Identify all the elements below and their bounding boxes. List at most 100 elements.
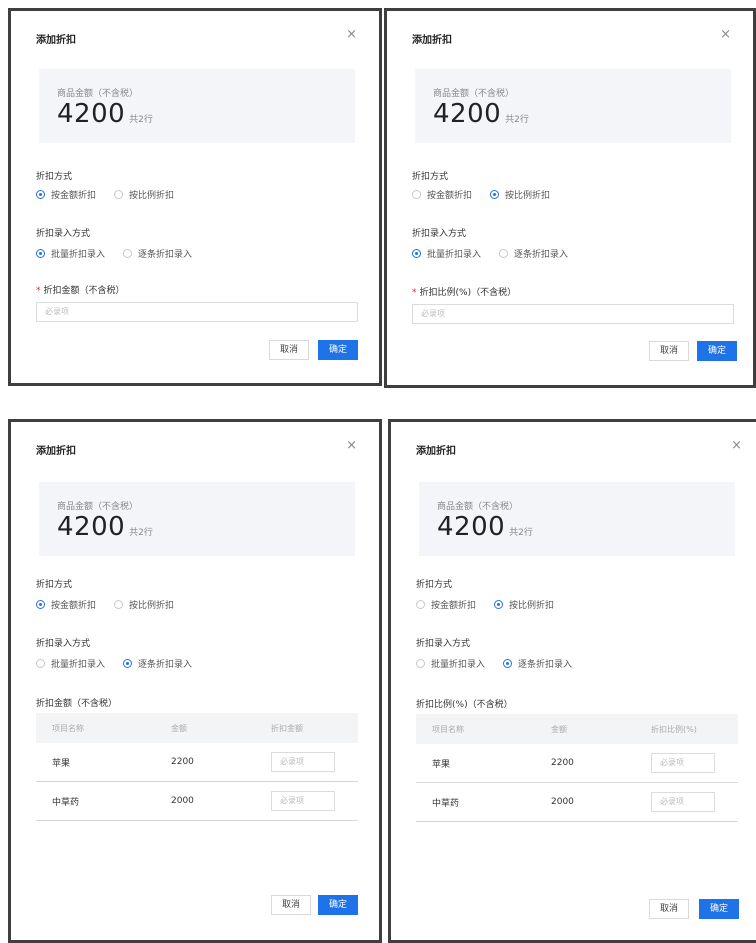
dialog-title: 添加折扣 (412, 35, 452, 46)
discount-cell: 必录项 (271, 752, 358, 772)
discount-ratio-input[interactable]: 必录项 (412, 304, 734, 324)
radio-label: 按金额折扣 (427, 191, 473, 201)
table-row: 中草药 2000 必录项 (416, 783, 738, 822)
radio-unchecked-icon (36, 659, 45, 668)
item-name: 苹果 (52, 758, 71, 769)
cancel-button[interactable]: 取消 (271, 895, 311, 915)
discount-method-radio-group: 按金额折扣 按比例折扣 (36, 598, 174, 611)
close-icon[interactable]: × (720, 27, 731, 42)
item-amount: 2200 (551, 758, 574, 768)
discount-amount-input[interactable]: 必录项 (36, 302, 358, 322)
discount-method-label: 折扣方式 (416, 580, 453, 590)
col-discount-ratio: 折扣比例(%) (651, 724, 697, 734)
summary-label: 商品金额（不含税） (57, 89, 139, 99)
discount-dialog-amount-batch: 添加折扣 × 商品金额（不含税） 4200 共2行 折扣方式 按金额折扣 按比例折… (8, 8, 382, 386)
radio-batch-entry[interactable]: 批量折扣录入 (416, 657, 485, 670)
radio-item-entry[interactable]: 逐条折扣录入 (123, 657, 192, 670)
cancel-button[interactable]: 取消 (649, 341, 689, 361)
radio-label: 按比例折扣 (509, 601, 555, 611)
summary-amount: 4200 (57, 512, 126, 542)
amount-summary: 商品金额（不含税） 4200 共2行 (415, 69, 731, 143)
radio-amount-discount[interactable]: 按金额折扣 (416, 598, 476, 611)
item-amount: 2000 (171, 796, 194, 806)
item-amount: 2200 (171, 757, 194, 767)
radio-checked-icon (36, 249, 45, 258)
radio-item-entry[interactable]: 逐条折扣录入 (499, 247, 568, 260)
required-mark: * (412, 288, 417, 298)
table-header: 项目名称 金额 折扣金额 (36, 713, 358, 743)
radio-ratio-discount[interactable]: 按比例折扣 (490, 188, 550, 201)
entry-method-radio-group: 批量折扣录入 逐条折扣录入 (36, 247, 192, 260)
radio-unchecked-icon (499, 249, 509, 258)
radio-label: 按比例折扣 (505, 191, 551, 201)
radio-unchecked-icon (416, 659, 425, 668)
radio-item-entry[interactable]: 逐条折扣录入 (503, 657, 572, 670)
radio-checked-icon (36, 190, 45, 199)
radio-ratio-discount[interactable]: 按比例折扣 (114, 598, 174, 611)
discount-amount-input[interactable]: 必录项 (271, 752, 335, 772)
amount-summary: 商品金额（不含税） 4200 共2行 (39, 482, 355, 556)
amount-summary: 商品金额（不含税） 4200 共2行 (39, 69, 355, 143)
table-row: 苹果 2200 必录项 (36, 743, 358, 782)
close-icon[interactable]: × (731, 438, 742, 453)
discount-cell: 必录项 (651, 753, 738, 773)
col-item-name: 项目名称 (432, 724, 464, 734)
summary-amount-row: 4200 共2行 (57, 99, 153, 129)
radio-label: 逐条折扣录入 (138, 660, 193, 670)
discount-table: 项目名称 金额 折扣金额 苹果 2200 必录项 中草药 2000 必录项 (36, 713, 358, 821)
discount-table: 项目名称 金额 折扣比例(%) 苹果 2200 必录项 中草药 2000 必录项 (416, 714, 738, 822)
radio-amount-discount[interactable]: 按金额折扣 (36, 598, 96, 611)
radio-label: 逐条折扣录入 (518, 660, 573, 670)
summary-row-count: 共2行 (129, 115, 153, 125)
confirm-button[interactable]: 确定 (318, 895, 358, 915)
summary-amount: 4200 (433, 99, 502, 129)
discount-table-label: 折扣比例(%)（不含税） (416, 700, 513, 710)
table-row: 中草药 2000 必录项 (36, 782, 358, 821)
radio-ratio-discount[interactable]: 按比例折扣 (494, 598, 554, 611)
radio-label: 按金额折扣 (51, 601, 97, 611)
dialog-title: 添加折扣 (36, 446, 76, 457)
col-amount: 金额 (551, 724, 567, 734)
item-name: 中草药 (52, 797, 80, 808)
discount-method-label: 折扣方式 (36, 580, 73, 590)
radio-label: 按金额折扣 (51, 191, 97, 201)
radio-item-entry[interactable]: 逐条折扣录入 (123, 247, 192, 260)
confirm-button[interactable]: 确定 (699, 899, 739, 919)
radio-batch-entry[interactable]: 批量折扣录入 (36, 247, 105, 260)
entry-method-label: 折扣录入方式 (412, 229, 467, 239)
discount-ratio-input[interactable]: 必录项 (651, 753, 715, 773)
confirm-button[interactable]: 确定 (697, 341, 737, 361)
close-icon[interactable]: × (346, 27, 357, 42)
entry-method-label: 折扣录入方式 (36, 639, 91, 649)
close-icon[interactable]: × (346, 438, 357, 453)
radio-ratio-discount[interactable]: 按比例折扣 (114, 188, 174, 201)
radio-checked-icon (36, 600, 45, 609)
entry-method-radio-group: 批量折扣录入 逐条折扣录入 (416, 657, 572, 670)
radio-amount-discount[interactable]: 按金额折扣 (36, 188, 96, 201)
confirm-button[interactable]: 确定 (318, 340, 358, 360)
discount-ratio-label: * 折扣比例(%)（不含税） (412, 285, 516, 298)
summary-label: 商品金额（不含税） (437, 502, 519, 512)
radio-label: 按比例折扣 (129, 601, 175, 611)
radio-label: 批量折扣录入 (51, 660, 106, 670)
col-amount: 金额 (171, 723, 187, 733)
entry-method-radio-group: 批量折扣录入 逐条折扣录入 (36, 657, 192, 670)
item-amount: 2000 (551, 797, 574, 807)
summary-label: 商品金额（不含税） (433, 89, 515, 99)
discount-method-label: 折扣方式 (412, 172, 449, 182)
discount-dialog-ratio-item: 添加折扣 × 商品金额（不含税） 4200 共2行 折扣方式 按金额折扣 按比例折… (388, 419, 756, 943)
discount-amount-input[interactable]: 必录项 (271, 791, 335, 811)
radio-checked-icon (412, 249, 421, 258)
discount-ratio-input[interactable]: 必录项 (651, 792, 715, 812)
radio-batch-entry[interactable]: 批量折扣录入 (412, 247, 481, 260)
cancel-button[interactable]: 取消 (269, 340, 309, 360)
radio-batch-entry[interactable]: 批量折扣录入 (36, 657, 105, 670)
radio-amount-discount[interactable]: 按金额折扣 (412, 188, 472, 201)
item-name: 苹果 (432, 759, 451, 770)
radio-label: 逐条折扣录入 (138, 250, 193, 260)
col-item-name: 项目名称 (52, 723, 84, 733)
cancel-button[interactable]: 取消 (649, 899, 689, 919)
discount-cell: 必录项 (651, 792, 738, 812)
summary-row-count: 共2行 (509, 528, 533, 538)
item-name: 中草药 (432, 798, 460, 809)
